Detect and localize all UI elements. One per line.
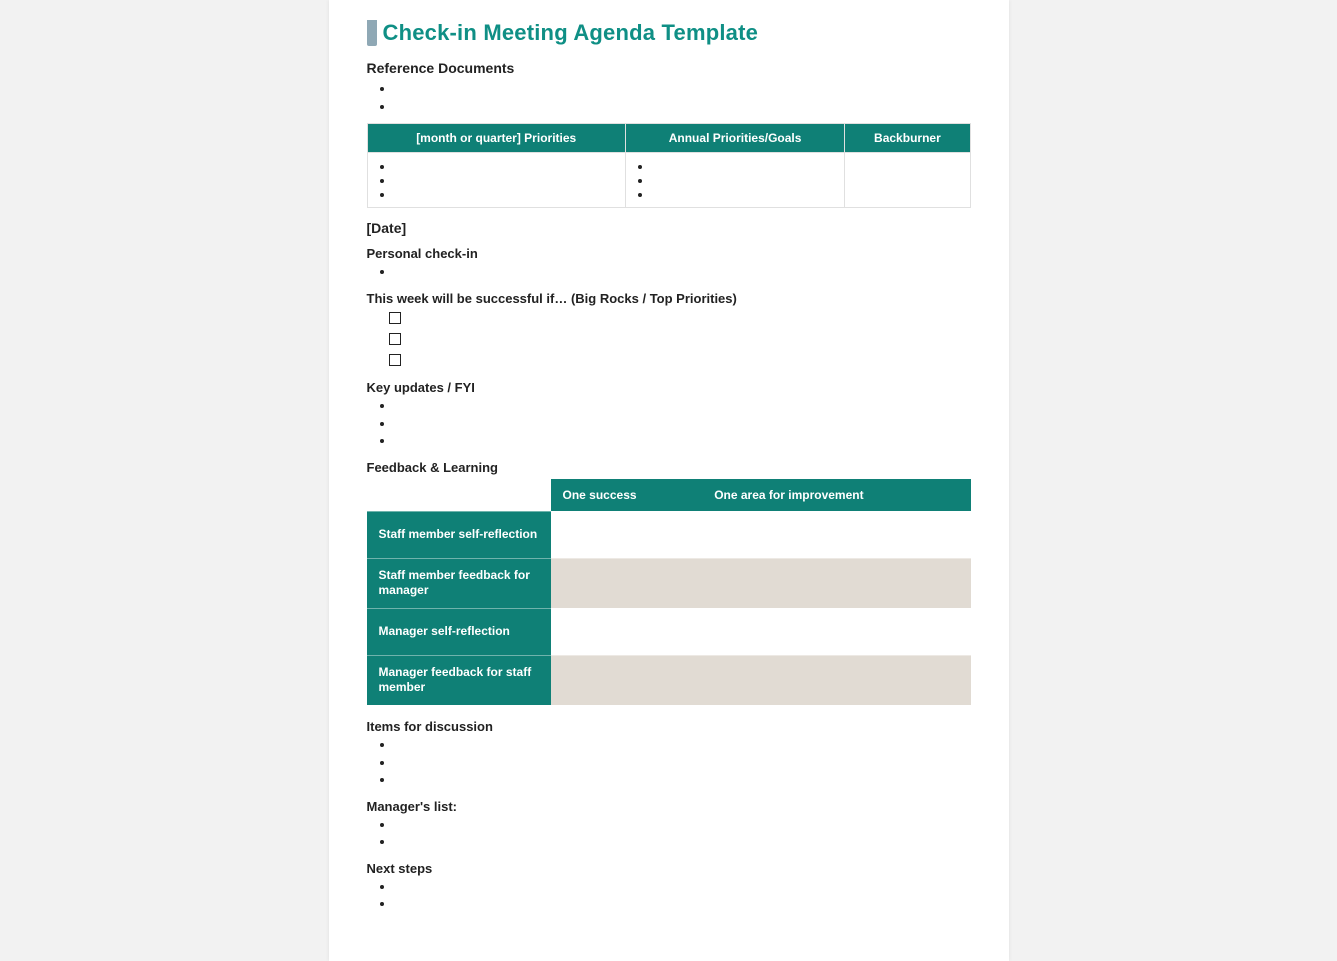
key-updates-list	[367, 397, 971, 450]
bookmark-icon	[367, 20, 377, 46]
col-header-backburner: Backburner	[845, 124, 970, 153]
items-discussion-list	[367, 736, 971, 789]
list-item	[394, 187, 617, 201]
cell	[551, 655, 703, 705]
cell-backburner	[845, 153, 970, 208]
table-row: Manager feedback for staff member	[367, 655, 971, 705]
cell-annual-priorities	[625, 153, 844, 208]
table-row: Staff member self-reflection	[367, 511, 971, 558]
list-item	[395, 895, 971, 913]
reference-documents-heading: Reference Documents	[367, 60, 971, 76]
checkbox-icon[interactable]	[389, 312, 401, 324]
cell	[702, 511, 970, 558]
list-item	[394, 173, 617, 187]
managers-list	[367, 816, 971, 851]
cell	[551, 511, 703, 558]
title-row: Check-in Meeting Agenda Template	[367, 20, 971, 46]
list-item	[395, 432, 971, 450]
successful-week-heading: This week will be successful if… (Big Ro…	[367, 291, 971, 306]
list-item	[395, 816, 971, 834]
row-header-manager-self: Manager self-reflection	[367, 608, 551, 655]
list-item	[395, 397, 971, 415]
cell	[702, 608, 970, 655]
table-row: Manager self-reflection	[367, 608, 971, 655]
checklist-item	[389, 308, 971, 329]
row-header-manager-for-staff: Manager feedback for staff member	[367, 655, 551, 705]
col-header-one-success: One success	[551, 479, 703, 512]
list-item	[395, 771, 971, 789]
checklist-item	[389, 349, 971, 370]
list-item	[652, 159, 836, 173]
priorities-table: [month or quarter] Priorities Annual Pri…	[367, 123, 971, 208]
next-steps-heading: Next steps	[367, 861, 971, 876]
list-item	[395, 415, 971, 433]
managers-list-heading: Manager's list:	[367, 799, 971, 814]
col-header-period-priorities: [month or quarter] Priorities	[367, 124, 625, 153]
list-item	[395, 754, 971, 772]
empty-header-cell	[367, 479, 551, 512]
document-page: Check-in Meeting Agenda Template Referen…	[329, 0, 1009, 961]
list-item	[652, 187, 836, 201]
items-discussion-heading: Items for discussion	[367, 719, 971, 734]
date-heading: [Date]	[367, 220, 971, 236]
col-header-one-improvement: One area for improvement	[702, 479, 970, 512]
reference-documents-list	[367, 80, 971, 115]
cell	[551, 608, 703, 655]
row-header-staff-for-manager: Staff member feedback for manager	[367, 558, 551, 608]
list-item	[395, 263, 971, 281]
feedback-table: One success One area for improvement Sta…	[367, 479, 971, 705]
personal-checkin-list	[367, 263, 971, 281]
feedback-learning-heading: Feedback & Learning	[367, 460, 971, 475]
cell	[702, 655, 970, 705]
list-item	[395, 878, 971, 896]
personal-checkin-heading: Personal check-in	[367, 246, 971, 261]
page-title: Check-in Meeting Agenda Template	[383, 20, 759, 46]
table-row: Staff member feedback for manager	[367, 558, 971, 608]
cell-period-priorities	[367, 153, 625, 208]
row-header-staff-self: Staff member self-reflection	[367, 511, 551, 558]
list-item	[395, 833, 971, 851]
table-row	[367, 153, 970, 208]
successful-week-checklist	[367, 308, 971, 370]
list-item	[395, 80, 971, 98]
cell	[702, 558, 970, 608]
checkbox-icon[interactable]	[389, 354, 401, 366]
checkbox-icon[interactable]	[389, 333, 401, 345]
key-updates-heading: Key updates / FYI	[367, 380, 971, 395]
list-item	[394, 159, 617, 173]
list-item	[652, 173, 836, 187]
col-header-annual-priorities: Annual Priorities/Goals	[625, 124, 844, 153]
checklist-item	[389, 328, 971, 349]
list-item	[395, 736, 971, 754]
list-item	[395, 98, 971, 116]
next-steps-list	[367, 878, 971, 913]
cell	[551, 558, 703, 608]
